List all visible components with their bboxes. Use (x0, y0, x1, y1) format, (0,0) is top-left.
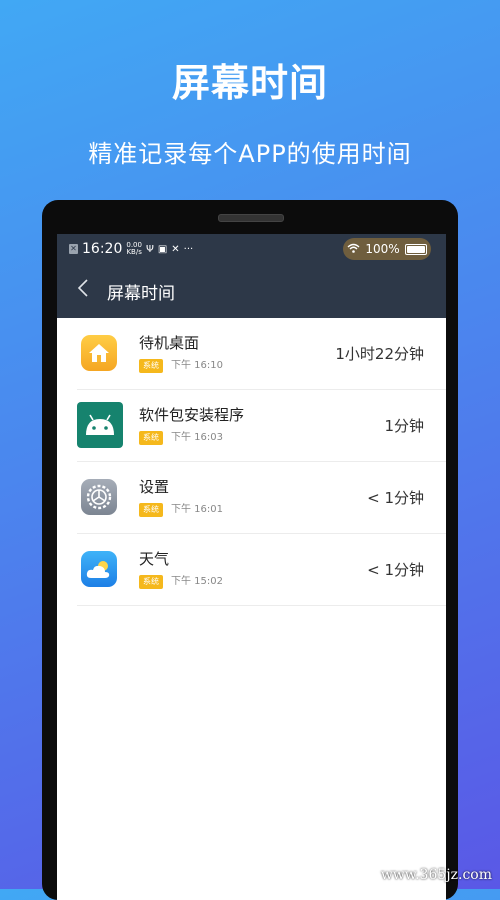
sim-icon: ✕ (69, 244, 78, 254)
last-used-time: 下午 15:02 (171, 576, 223, 587)
last-used-time: 下午 16:01 (171, 504, 223, 515)
chevron-left-icon[interactable] (77, 278, 107, 304)
tools-icon: ✕ (171, 243, 180, 255)
app-name: 设置 (139, 478, 170, 496)
app-name: 软件包安装程序 (139, 406, 245, 424)
list-item-app[interactable]: 软件包安装程序 系统 下午 16:03 1分钟 (77, 390, 446, 462)
battery-icon (404, 243, 427, 255)
usage-duration: 1小时22分钟 (335, 345, 424, 363)
system-badge: 系统 (139, 575, 163, 589)
system-badge: 系统 (139, 503, 163, 517)
app-bar: 屏幕时间 (57, 264, 446, 318)
network-speed: 0.00 KB/s (126, 242, 142, 256)
hero-title: 屏幕时间 (171, 61, 328, 105)
status-right-pill: 100% (343, 238, 431, 260)
system-badge: 系统 (139, 431, 163, 445)
home-icon (81, 335, 117, 371)
usb-icon: Ψ (145, 243, 154, 255)
usage-duration: < 1分钟 (367, 489, 424, 507)
list-item-app[interactable]: 待机桌面 系统 下午 16:10 1小时22分钟 (77, 318, 446, 390)
more-icon: ··· (183, 243, 194, 255)
list-item-app[interactable]: 天气 系统 下午 15:02 < 1分钟 (77, 534, 446, 606)
usage-duration: < 1分钟 (367, 561, 424, 579)
phone-speaker (218, 214, 284, 222)
battery-percent: 100% (365, 242, 400, 256)
app-name: 天气 (139, 550, 170, 568)
system-badge: 系统 (139, 359, 163, 373)
status-bar: ✕ 16:20 0.00 KB/s Ψ ▣ ✕ ··· 100% (57, 234, 446, 264)
phone-screen: ✕ 16:20 0.00 KB/s Ψ ▣ ✕ ··· 100% 屏幕时间 待机… (57, 234, 446, 900)
network-speed-unit: KB/s (126, 248, 142, 256)
phone-frame: ✕ 16:20 0.00 KB/s Ψ ▣ ✕ ··· 100% 屏幕时间 待机… (42, 200, 458, 900)
hero-subtitle: 精准记录每个APP的使用时间 (88, 140, 412, 168)
list-item-app[interactable]: 设置 系统 下午 16:01 < 1分钟 (77, 462, 446, 534)
wifi-icon (347, 242, 360, 256)
app-bar-title: 屏幕时间 (107, 283, 175, 304)
last-used-time: 下午 16:10 (171, 360, 223, 371)
android-icon (77, 402, 123, 448)
settings-icon (81, 479, 117, 515)
weather-icon (81, 551, 117, 587)
last-used-time: 下午 16:03 (171, 432, 223, 443)
status-time: 16:20 (82, 241, 123, 257)
app-name: 待机桌面 (139, 334, 200, 352)
watermark: www.365jz.com (380, 867, 492, 883)
usage-duration: 1分钟 (384, 417, 424, 435)
debug-icon: ▣ (157, 243, 168, 255)
